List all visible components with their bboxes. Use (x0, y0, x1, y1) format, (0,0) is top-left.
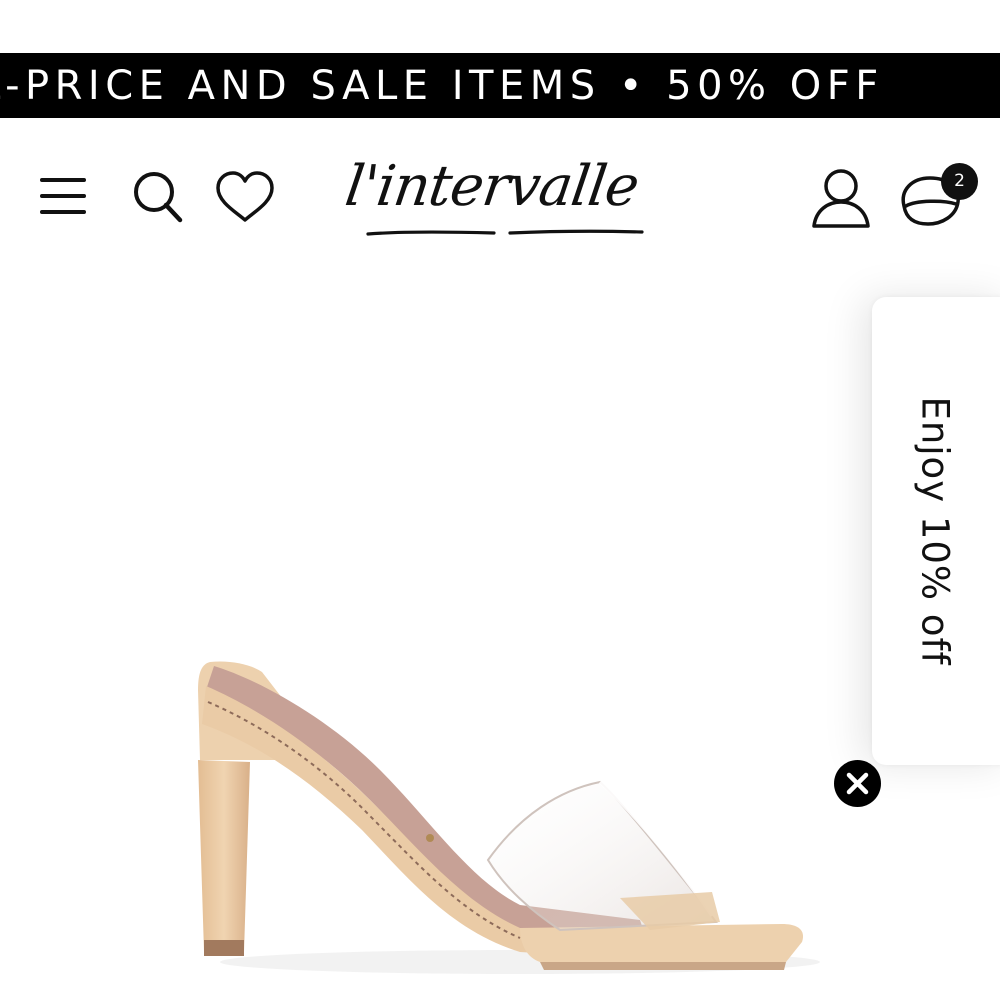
announcement-bar[interactable]: L-PRICE AND SALE ITEMS • 50% OFF (0, 53, 1000, 118)
announcement-text: L-PRICE AND SALE ITEMS • 50% OFF (0, 63, 884, 109)
discount-close-button[interactable] (834, 760, 881, 807)
account-button[interactable] (810, 166, 872, 230)
cart-count-badge: 2 (941, 163, 978, 200)
menu-icon (40, 178, 86, 214)
product-page: L-PRICE AND SALE ITEMS • 50% OFF l'inter… (0, 0, 1000, 1000)
search-button[interactable] (130, 170, 186, 226)
product-image[interactable] (0, 268, 1000, 1000)
discount-tab-label: Enjoy 10% off (913, 396, 957, 666)
site-header: l'intervalle (0, 118, 1000, 268)
search-icon (134, 172, 183, 223)
menu-button[interactable] (40, 176, 86, 216)
site-logo[interactable]: l'intervalle (341, 150, 664, 242)
heart-icon (216, 171, 274, 222)
shoe-illustration (198, 661, 820, 974)
close-icon (846, 772, 869, 795)
logo-underline (366, 229, 644, 236)
account-icon (812, 169, 870, 228)
wishlist-button[interactable] (214, 170, 276, 226)
logo-wordmark: l'intervalle (341, 154, 643, 219)
